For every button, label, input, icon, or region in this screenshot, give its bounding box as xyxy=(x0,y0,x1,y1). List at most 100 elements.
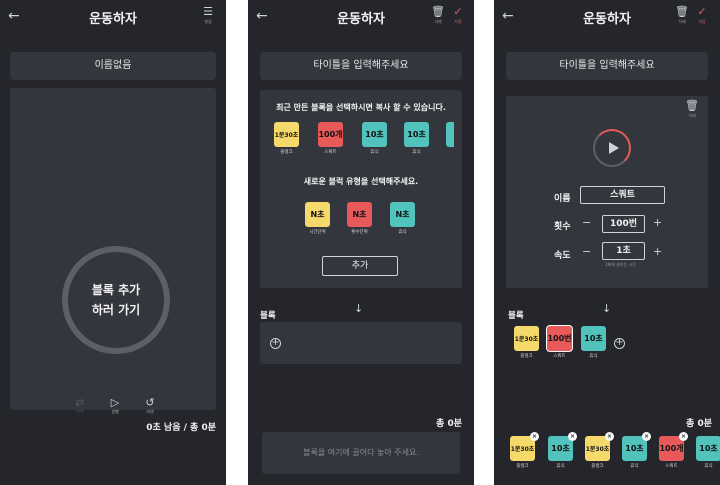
recent-block[interactable]: 1분30초플랭크 xyxy=(274,122,299,155)
play-icon xyxy=(608,142,619,154)
tray-block[interactable]: 1분30초 플랭크 × xyxy=(510,432,539,469)
routine-name[interactable]: 이름없음 xyxy=(10,52,216,80)
reset-icon: ↺ xyxy=(145,396,155,409)
check-icon: ✓ xyxy=(697,5,707,18)
tray-block[interactable]: 1분30초 플랭크 × xyxy=(585,432,614,469)
close-icon[interactable]: × xyxy=(530,432,539,441)
close-icon[interactable]: × xyxy=(605,432,614,441)
save-label: 저장 xyxy=(698,19,706,24)
block-value: 1분30초 xyxy=(274,122,299,147)
add-block-icon[interactable]: + xyxy=(270,338,281,349)
play-button[interactable]: ▷ 실행 xyxy=(105,396,125,415)
plus-icon[interactable]: + xyxy=(653,245,662,258)
save-button[interactable]: ✓ 저장 xyxy=(692,6,712,25)
page-title: 운동하자 xyxy=(89,12,137,27)
save-button[interactable]: ✓ 저장 xyxy=(448,6,468,25)
reset-label: 리셋 xyxy=(146,409,154,414)
minus-icon[interactable]: − xyxy=(582,245,591,258)
preview-play-button[interactable] xyxy=(593,129,631,167)
delete-button[interactable]: 🗑 삭제 xyxy=(672,6,692,25)
block-type-rest[interactable]: N초휴식 xyxy=(390,202,415,235)
sliders-icon: ☰ xyxy=(203,5,213,18)
edit-button[interactable]: ☰ 편집 xyxy=(198,6,218,25)
plus-icon[interactable]: + xyxy=(653,216,662,229)
close-icon[interactable]: × xyxy=(679,432,688,441)
minus-icon[interactable]: − xyxy=(582,216,591,229)
tray-block[interactable]: 10초 휴식 × xyxy=(548,432,577,469)
blocks-list: + xyxy=(260,322,462,364)
trash-icon: 🗑 xyxy=(675,5,689,18)
block-value: 1분30초 xyxy=(514,326,539,351)
trash-icon: 🗑 xyxy=(431,5,445,18)
count-label: 횟수 xyxy=(554,222,571,232)
block-caption: 휴식 xyxy=(412,150,421,155)
down-arrow-icon: ↓ xyxy=(602,302,612,315)
repeat-label: 반복 xyxy=(76,409,84,414)
recent-blocks-label: 최근 만든 블록을 선택하시면 복사 할 수 있습니다. xyxy=(276,103,446,112)
screen-routine-edit: ← 운동하자 🗑 삭제 ✓ 저장 타이틀을 입력해주세요 최근 만든 블록을 선… xyxy=(248,0,474,485)
delete-label: 삭제 xyxy=(678,19,686,24)
recent-block[interactable]: 10초휴식 xyxy=(404,122,429,155)
play-label: 실행 xyxy=(111,409,119,414)
new-block-panel: 최근 만든 블록을 선택하시면 복사 할 수 있습니다. 1분30초플랭크 10… xyxy=(260,90,462,288)
block-type-time[interactable]: N초시간단위 xyxy=(305,202,330,235)
time-summary: 0초 남음 / 총 0분 xyxy=(146,423,216,433)
block-caption: 스쿼트 xyxy=(324,150,337,155)
recent-block[interactable]: 10초 휴식 xyxy=(362,122,387,155)
block-caption: 플랭크 xyxy=(280,150,293,155)
speed-hint: 1회에 걸리는 시간 xyxy=(605,262,636,267)
total-time: 총 0분 xyxy=(686,419,712,429)
name-input[interactable]: 스쿼트 xyxy=(580,186,665,204)
reset-button[interactable]: ↺ 리셋 xyxy=(140,396,160,415)
block-value: N초 xyxy=(305,202,330,227)
header: ← 운동하자 ☰ 편집 xyxy=(0,0,226,34)
recent-block[interactable]: 100개 스쿼트 xyxy=(318,122,343,155)
tray-block[interactable]: 10초 휴식 × xyxy=(622,432,651,469)
blocks-section-title: 블록 xyxy=(508,311,524,321)
title-input[interactable]: 타이틀을 입력해주세요 xyxy=(260,52,462,80)
name-label: 이름 xyxy=(554,194,571,204)
block-type-count[interactable]: N초 횟수단위 xyxy=(347,202,372,235)
block-caption: 플랭크 xyxy=(516,464,529,469)
drop-zone[interactable]: 블록을 여기에 끌어다 놓아 주세요. xyxy=(262,432,460,474)
close-icon[interactable]: × xyxy=(568,432,577,441)
close-icon[interactable]: × xyxy=(642,432,651,441)
block-caption: 휴식 xyxy=(556,464,565,469)
repeat-button[interactable]: ⇄ 반복 xyxy=(70,396,90,415)
add-block-circle[interactable]: 블록 추가 하러 가기 xyxy=(62,246,170,354)
block-delete-button[interactable]: 🗑 삭제 xyxy=(682,100,702,119)
count-input[interactable]: 100번 xyxy=(602,215,645,233)
play-icon: ▷ xyxy=(110,396,120,409)
trash-icon: 🗑 xyxy=(685,99,699,112)
edit-label: 편집 xyxy=(204,19,212,24)
block-value: 10초 xyxy=(404,122,429,147)
save-label: 저장 xyxy=(454,19,462,24)
block-caption: 시간단위 xyxy=(309,230,326,235)
screen-block-edit: ← 운동하자 🗑 삭제 ✓ 저장 타이틀을 입력해주세요 🗑 삭제 이름 스쿼트… xyxy=(494,0,720,485)
block-item[interactable]: 1분30초플랭크 xyxy=(514,326,539,359)
blocks-section-title: 블록 xyxy=(260,311,276,321)
delete-button[interactable]: 🗑 삭제 xyxy=(428,6,448,25)
block-value xyxy=(446,122,454,147)
title-input[interactable]: 타이틀을 입력해주세요 xyxy=(506,52,708,80)
block-caption: 플랭크 xyxy=(520,354,533,359)
block-value: N초 xyxy=(390,202,415,227)
add-block-icon[interactable]: + xyxy=(614,338,625,349)
check-icon: ✓ xyxy=(453,5,463,18)
total-time: 총 0분 xyxy=(436,419,462,429)
block-caption: 휴식 xyxy=(704,464,713,469)
tray-block[interactable]: 10초 휴식 xyxy=(696,436,720,469)
block-item-selected[interactable]: 100번 스쿼트 xyxy=(546,325,573,359)
tray-block[interactable]: 100개 스쿼트 × xyxy=(659,432,688,469)
speed-input[interactable]: 1초 xyxy=(602,242,645,260)
block-value: 10초 xyxy=(581,326,606,351)
block-caption: 스쿼트 xyxy=(553,354,566,359)
screen-routine-empty: ← 운동하자 ☰ 편집 이름없음 블록 추가 하러 가기 ⇄ 반복 ▷ 실행 ↺… xyxy=(0,0,226,485)
block-delete-label: 삭제 xyxy=(688,113,696,118)
block-value: N초 xyxy=(347,202,372,227)
block-caption: 휴식 xyxy=(398,230,407,235)
block-item[interactable]: 10초 휴식 xyxy=(581,326,606,359)
add-button[interactable]: 추가 xyxy=(322,256,398,276)
recent-block-partial[interactable] xyxy=(446,122,454,147)
block-type-label: 새로운 블럭 유형을 선택해주세요. xyxy=(303,177,419,186)
